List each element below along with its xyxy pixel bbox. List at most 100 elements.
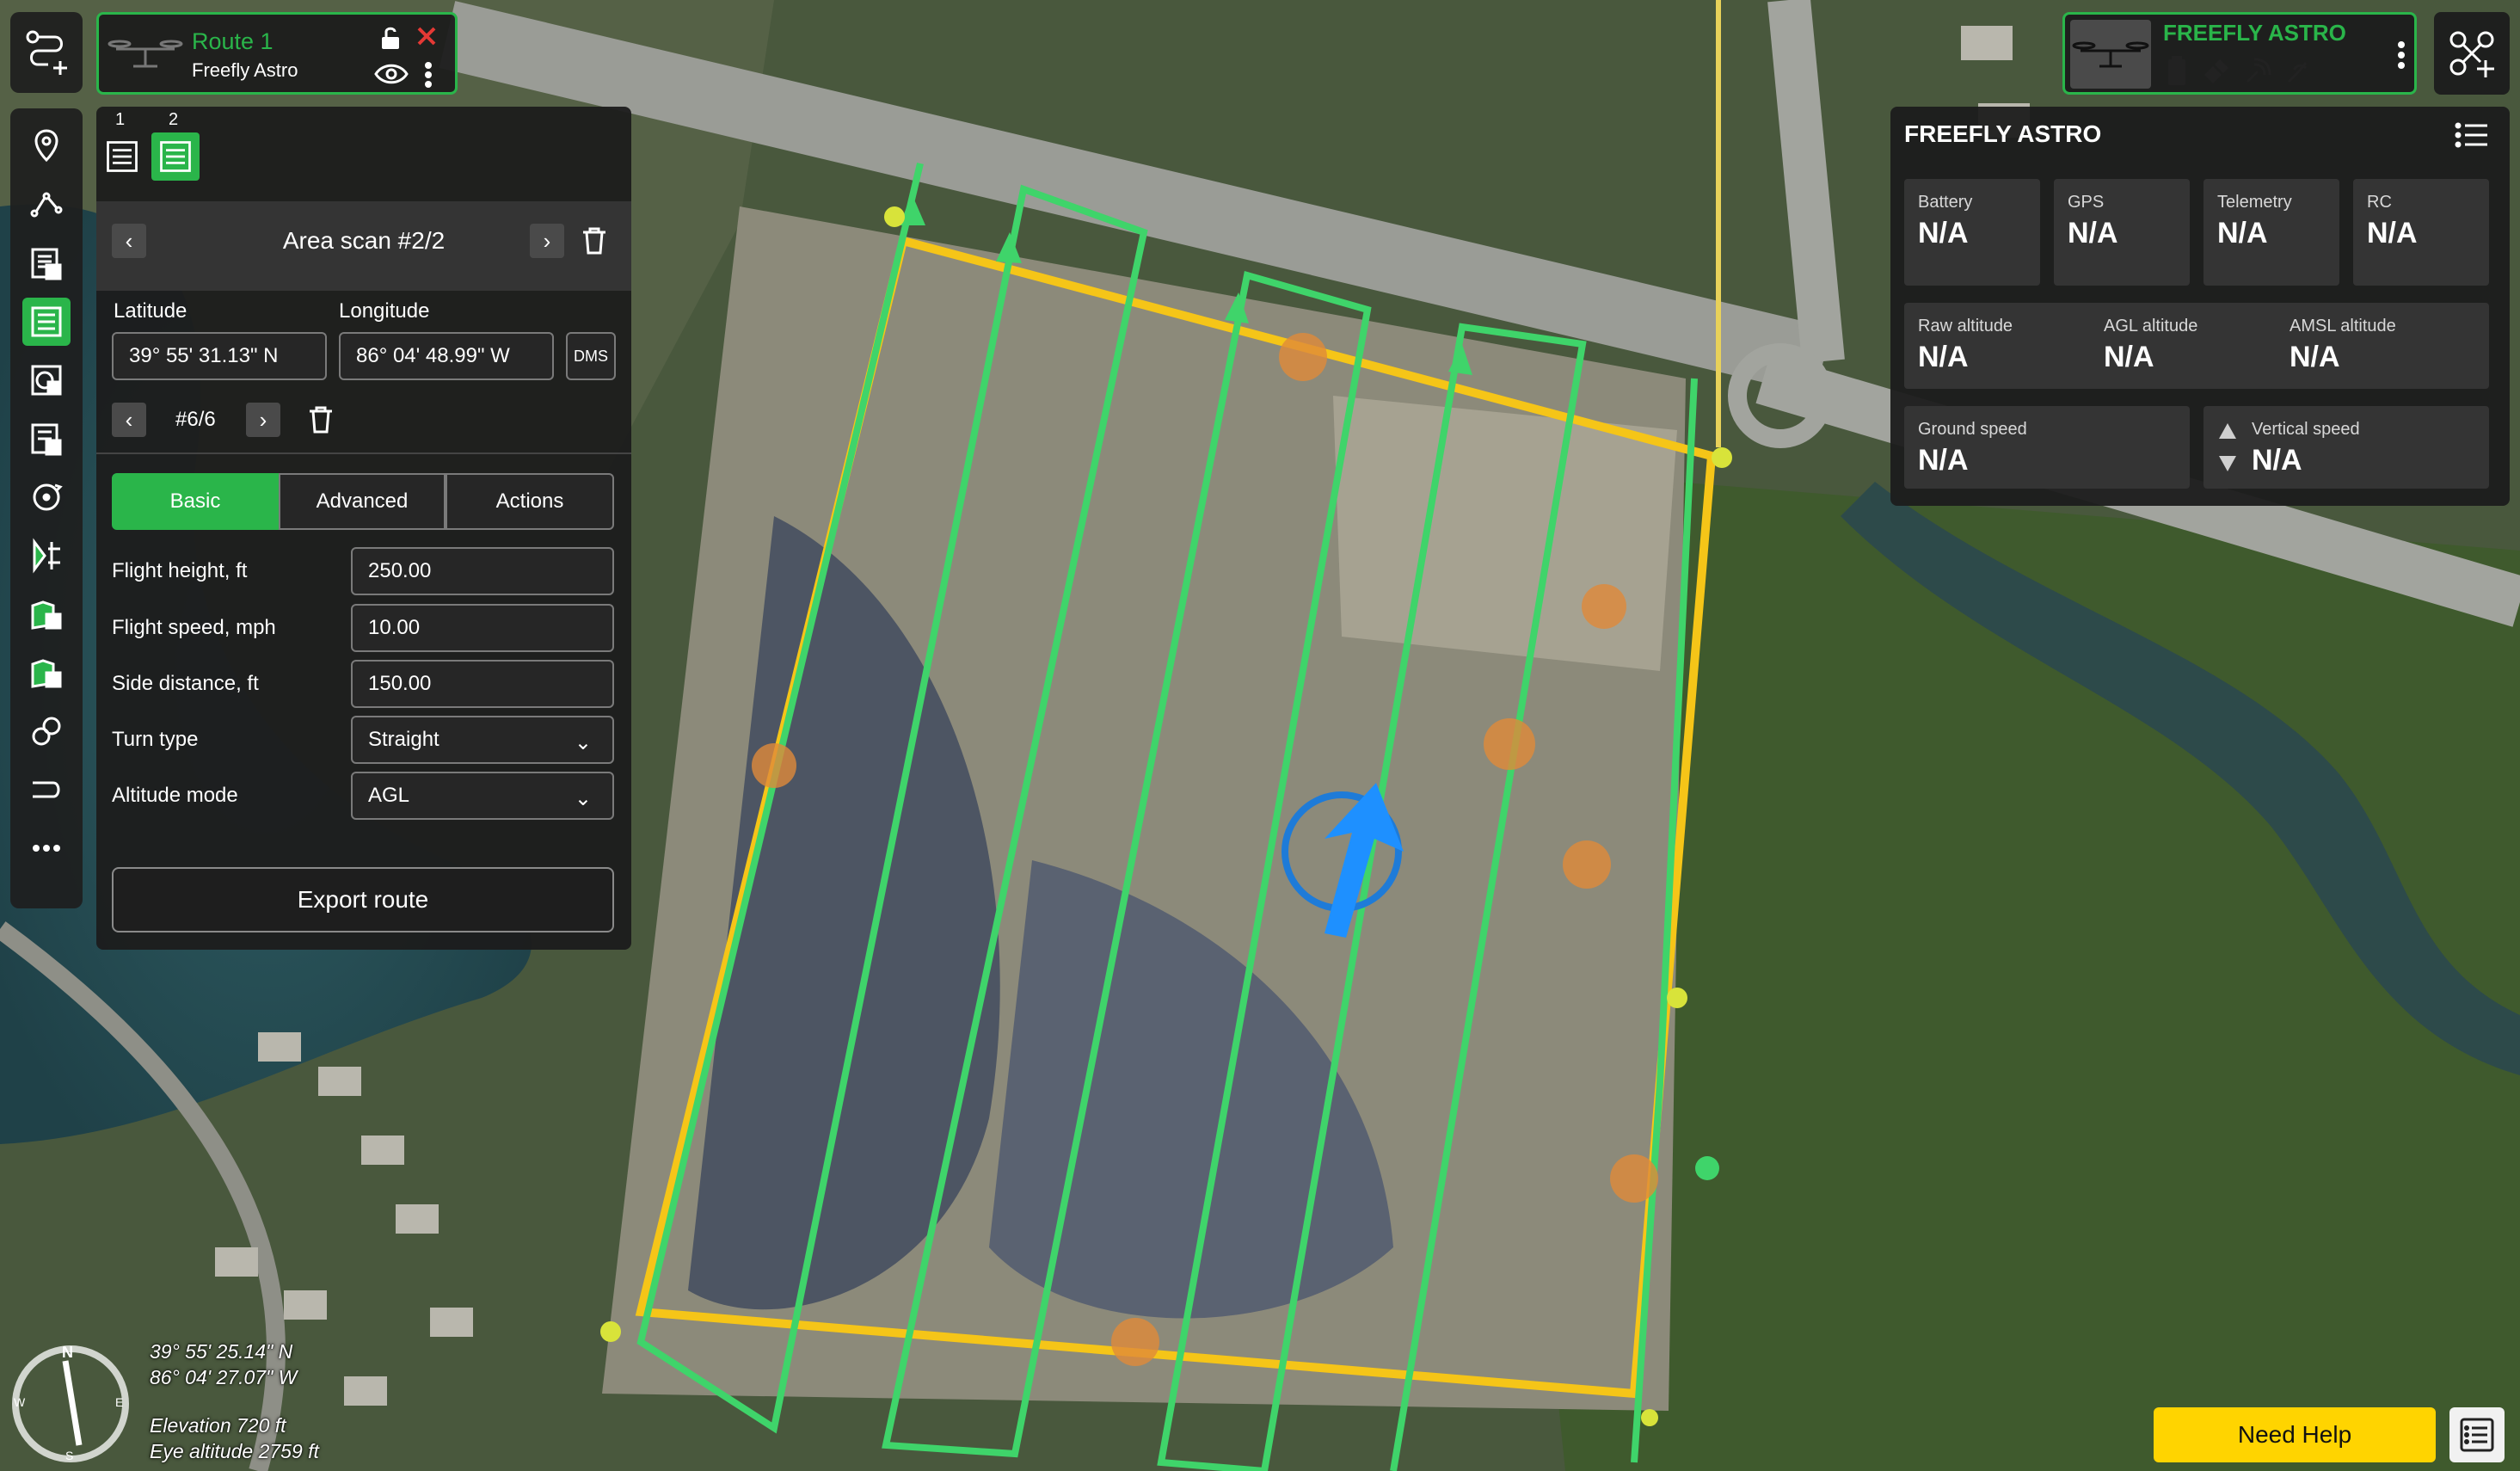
vertical-speed-cell: Vertical speed N/A [2203, 406, 2489, 489]
more-horizontal-icon [33, 845, 60, 852]
cursor-longitude: 86° 04' 27.07" W [150, 1366, 298, 1388]
divider [96, 452, 631, 454]
add-drone-button[interactable] [2434, 12, 2510, 95]
drone-icon [2072, 41, 2149, 68]
eye-icon[interactable] [374, 61, 409, 87]
drone-thumbnail-icon [108, 40, 183, 68]
battery-icon [2168, 56, 2185, 85]
photo-grid-tool[interactable] [22, 590, 71, 638]
orbit-icon [33, 483, 63, 511]
unlock-icon[interactable] [378, 25, 403, 51]
route-card[interactable]: Route 1 Freefly Astro [96, 12, 458, 95]
flight-height-label: Flight height, ft [112, 559, 248, 582]
photo-plan-tool[interactable] [22, 239, 71, 287]
shapes-icon [32, 717, 61, 746]
next-vertex-button[interactable]: › [246, 403, 280, 437]
telemetry-title: FREEFLY ASTRO [1904, 120, 2102, 147]
turn-type-label: Turn type [112, 728, 199, 751]
polyline-tool[interactable] [22, 181, 71, 229]
circle-scan-icon [31, 365, 62, 396]
battery-label: Battery [1918, 193, 1973, 212]
export-route-button[interactable]: Export route [112, 867, 614, 932]
tab-advanced[interactable]: Advanced [279, 473, 446, 530]
more-tools-button[interactable] [22, 824, 71, 872]
tab-basic[interactable]: Basic [112, 473, 279, 530]
photo-grid-icon [31, 600, 62, 630]
linear-scan-icon [31, 423, 62, 456]
next-scan-button[interactable]: › [530, 224, 564, 258]
checklist-icon [2460, 1418, 2494, 1452]
altitude-mode-value: AGL [368, 784, 410, 807]
vertical-arrows-icon [2219, 423, 2236, 471]
telemetry-cell: Telemetry N/A [2203, 179, 2339, 286]
list-icon[interactable] [2455, 120, 2489, 150]
drone-thumbnail [2070, 20, 2151, 89]
orbit-tool[interactable] [22, 473, 71, 521]
circle-scan-tool[interactable] [22, 356, 71, 404]
satellite-icon [2204, 59, 2228, 83]
eye-altitude: Eye altitude 2759 ft [150, 1440, 319, 1462]
altitude-mode-select[interactable]: AGL ⌄ [351, 772, 614, 820]
compass-w: W [14, 1395, 26, 1409]
raw-altitude-label: Raw altitude [1918, 317, 2013, 335]
add-drone-icon [2449, 31, 2494, 77]
gps-cell: GPS N/A [2054, 179, 2190, 286]
amsl-altitude-value: N/A [2290, 341, 2340, 373]
agl-altitude-value: N/A [2104, 341, 2154, 373]
shapes-tool[interactable] [22, 707, 71, 755]
area-scan-icon [107, 141, 138, 172]
route-name: Route 1 [192, 28, 274, 54]
need-help-button[interactable]: Need Help [2154, 1407, 2436, 1462]
dms-format-button[interactable]: DMS [566, 332, 616, 380]
scan-tab-1[interactable] [98, 132, 146, 181]
telemetry-icon [2246, 58, 2271, 83]
vertical-speed-label: Vertical speed [2252, 420, 2360, 439]
scan-tab-number-1: 1 [115, 110, 126, 129]
linear-grid-tool[interactable] [22, 649, 71, 697]
linear-scan-tool[interactable] [22, 415, 71, 463]
return-path-tool[interactable] [22, 766, 71, 814]
ground-speed-value: N/A [1918, 444, 1969, 477]
left-toolbar [10, 108, 83, 908]
photo-plan-icon [31, 248, 62, 280]
altitude-row: Raw altitude N/A AGL altitude N/A AMSL alt… [1904, 303, 2489, 389]
turn-type-select[interactable]: Straight ⌄ [351, 716, 614, 764]
vertical-speed-value: N/A [2252, 444, 2302, 477]
facade-icon [33, 538, 60, 574]
route-planner-button[interactable] [10, 12, 83, 93]
rc-label: RC [2367, 193, 2392, 212]
latitude-label: Latitude [114, 299, 187, 323]
tab-actions[interactable]: Actions [446, 473, 614, 530]
chevron-down-icon: ⌄ [574, 787, 592, 810]
polyline-icon [30, 192, 63, 218]
area-scan-tool[interactable] [22, 298, 71, 346]
more-vertical-icon[interactable] [2397, 40, 2406, 70]
compass-e: E [115, 1395, 124, 1409]
delete-scan-icon[interactable] [580, 225, 609, 256]
facade-tool[interactable] [22, 532, 71, 580]
drone-card[interactable]: FREEFLY ASTRO [2062, 12, 2417, 95]
rc-icon [2287, 62, 2308, 83]
flight-height-field[interactable]: 250.00 [351, 547, 614, 595]
prev-vertex-button[interactable]: ‹ [112, 403, 146, 437]
flight-speed-field[interactable]: 10.00 [351, 604, 614, 652]
checklist-button[interactable] [2449, 1407, 2505, 1462]
delete-vertex-icon[interactable] [306, 404, 335, 435]
return-path-icon [33, 781, 60, 798]
compass-n: N [62, 1344, 73, 1361]
longitude-field[interactable]: 86° 04' 48.99" W [339, 332, 554, 380]
compass-s: S [65, 1449, 74, 1462]
gps-label: GPS [2068, 193, 2105, 212]
chevron-down-icon: ⌄ [574, 731, 592, 754]
telemetry-panel: FREEFLY ASTRO Battery N/A GPS N/A Telemetr… [1890, 107, 2510, 506]
latitude-field[interactable]: 39° 55' 31.13" N [112, 332, 327, 380]
telemetry-label: Telemetry [2217, 193, 2292, 212]
location-pin-icon [34, 129, 58, 163]
side-distance-field[interactable]: 150.00 [351, 660, 614, 708]
gps-value: N/A [2068, 217, 2118, 249]
scan-tab-2[interactable] [151, 132, 200, 181]
battery-value: N/A [1918, 217, 1969, 249]
close-icon[interactable] [415, 25, 438, 47]
waypoint-tool[interactable] [22, 122, 71, 170]
more-vertical-icon[interactable] [424, 61, 433, 89]
